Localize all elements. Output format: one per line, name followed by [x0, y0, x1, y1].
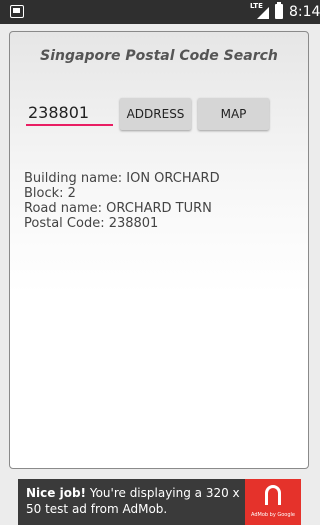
status-time: 8:14 — [289, 4, 320, 20]
postal-code-text: Postal Code: 238801 — [24, 216, 159, 231]
status-bar: LTE 8:14 — [0, 0, 320, 24]
result-info: Building name: ION ORCHARD Block: 2 Road… — [24, 171, 220, 231]
building-name-text: Building name: ION ORCHARD — [24, 171, 220, 186]
battery-icon — [275, 2, 283, 19]
ad-banner[interactable]: Nice job! You're displaying a 320 x 50 t… — [18, 479, 301, 525]
search-card: Singapore Postal Code Search ADDRESS MAP… — [9, 31, 309, 469]
app-notification-icon — [10, 5, 24, 18]
address-button[interactable]: ADDRESS — [120, 98, 191, 130]
admob-logo-caption: AdMob by Google — [251, 512, 295, 518]
postal-code-input[interactable] — [26, 102, 113, 126]
admob-logo-icon — [265, 485, 281, 505]
admob-logo: AdMob by Google — [245, 479, 301, 525]
map-button[interactable]: MAP — [198, 98, 269, 130]
signal-icon — [257, 7, 269, 19]
app-title: Singapore Postal Code Search — [40, 48, 278, 64]
ad-headline: Nice job! — [26, 486, 87, 500]
ad-text: Nice job! You're displaying a 320 x 50 t… — [26, 485, 246, 517]
road-name-text: Road name: ORCHARD TURN — [24, 201, 212, 216]
block-text: Block: 2 — [24, 186, 76, 201]
